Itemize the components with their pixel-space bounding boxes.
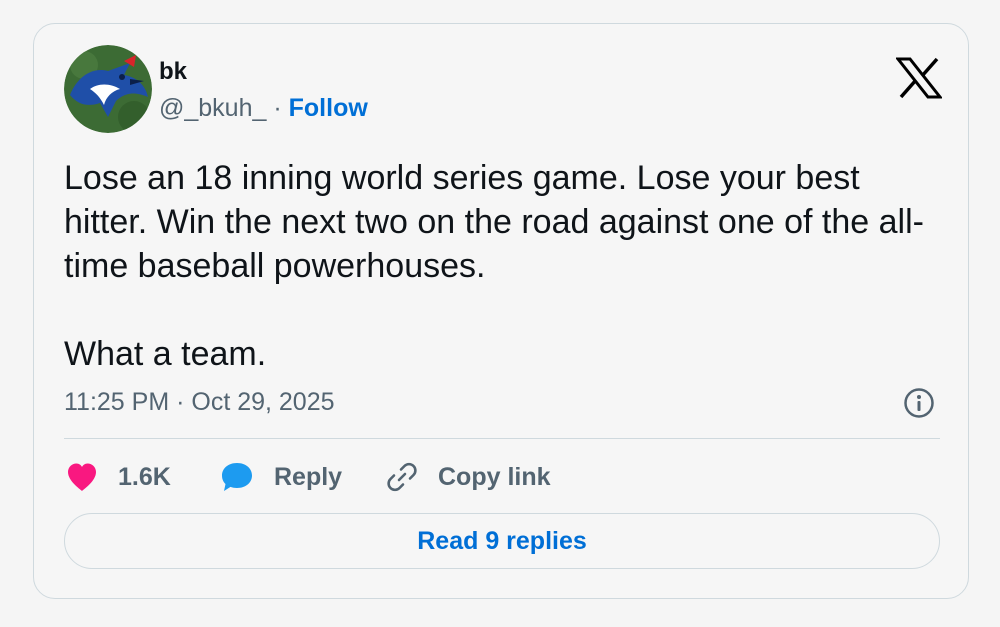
chat-bubble-icon (222, 463, 252, 491)
tweet-paragraph: What a team. (64, 335, 267, 373)
read-replies-button[interactable]: Read 9 replies (64, 513, 940, 569)
tweet-text: Lose an 18 inning world series game. Los… (64, 156, 944, 376)
divider (64, 438, 940, 439)
handle-separator: · (273, 94, 282, 122)
like-count: 1.6K (118, 462, 171, 491)
tweet-timestamp[interactable]: 11:25 PM · Oct 29, 2025 (64, 388, 335, 417)
follow-link[interactable]: Follow (289, 94, 368, 122)
like-button[interactable]: 1.6K (66, 459, 171, 495)
tweet-paragraph: Lose an 18 inning world series game. Los… (64, 159, 924, 285)
blue-jay-logo-icon (64, 45, 152, 133)
copy-link-button[interactable]: Copy link (386, 459, 551, 495)
x-logo-icon[interactable] (894, 57, 944, 99)
author-handle[interactable]: @_bkuh_ (159, 94, 266, 122)
heart-icon (68, 463, 96, 491)
copy-link-label: Copy link (438, 462, 551, 491)
reply-label: Reply (274, 462, 343, 491)
reply-button[interactable]: Reply (220, 459, 342, 495)
tweet-embed-card: bk @_bkuh_ · Follow Lose an 18 inning wo… (33, 23, 969, 599)
author-name[interactable]: bk (159, 58, 187, 86)
info-icon[interactable] (903, 387, 935, 419)
avatar[interactable] (64, 45, 152, 133)
link-icon (387, 462, 417, 492)
author-handle-row: @_bkuh_ · Follow (159, 94, 368, 123)
